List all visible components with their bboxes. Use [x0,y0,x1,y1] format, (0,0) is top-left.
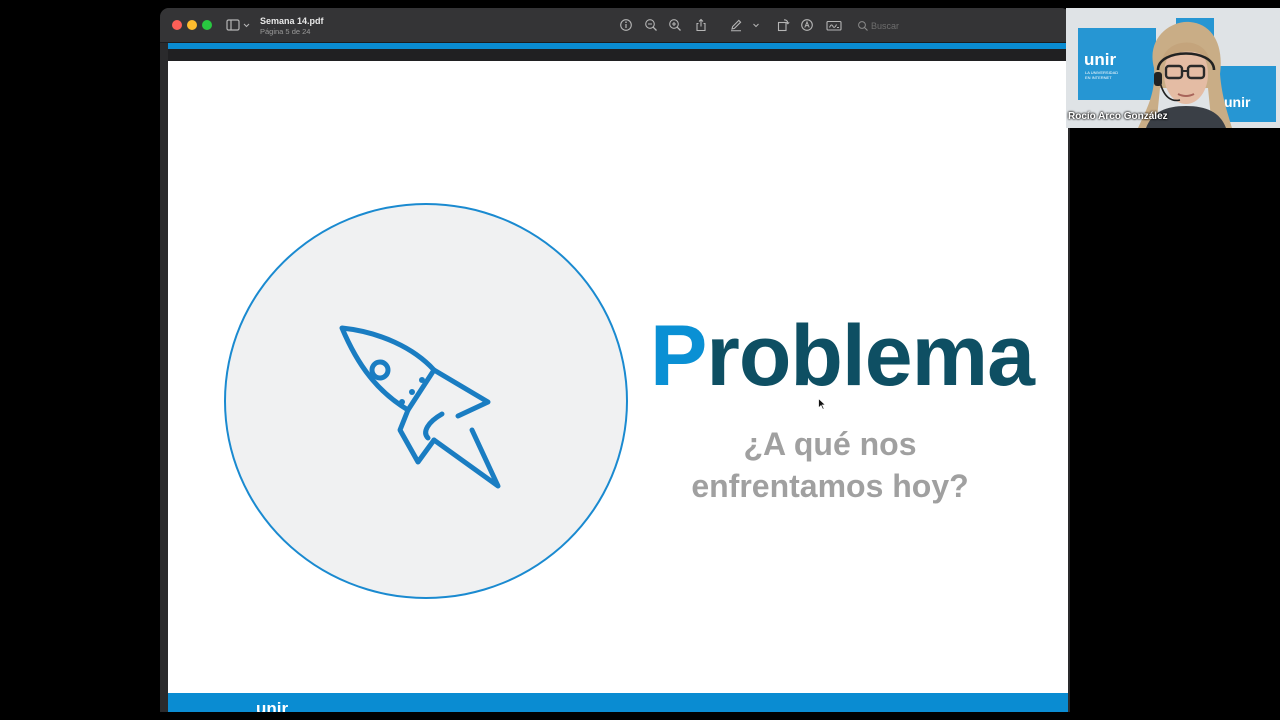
heading-initial: P [650,308,707,404]
webcam-tile[interactable]: unir LA UNIVERSIDAD EN INTERNET unir Roc… [1066,8,1280,128]
chevron-down-icon[interactable] [751,18,761,32]
participant-name: Rocío Arco González [1068,111,1168,122]
minimize-window-button[interactable] [187,20,197,30]
unir-tagline: LA UNIVERSIDAD EN INTERNET [1085,70,1118,80]
sidebar-icon [226,19,250,31]
heading-rest: roblema [706,308,1035,404]
search-input[interactable] [871,18,1041,33]
close-window-button[interactable] [172,20,182,30]
subtitle-line-2: enfrentamos hoy? [691,468,969,504]
search-field[interactable] [853,18,1043,33]
unir-tagline-line-2: EN INTERNET [1085,75,1112,80]
slide-footer-bar: unir [168,693,1068,712]
document-title: Semana 14.pdf [260,16,324,26]
page-gap [168,49,1066,61]
zoom-in-icon[interactable] [668,18,682,32]
illustration-circle [224,203,628,599]
sidebar-toggle-button[interactable] [226,18,252,32]
markup-circle-icon[interactable] [800,18,814,32]
title-bar: Semana 14.pdf Página 5 de 24 [160,8,1070,43]
slide-heading: Problema [650,307,1035,406]
signature-icon[interactable] [826,18,842,32]
markup-pen-icon[interactable] [729,18,743,32]
mouse-cursor [818,398,826,410]
rotate-icon[interactable] [776,18,790,32]
search-icon [857,19,869,31]
screen: Semana 14.pdf Página 5 de 24 Buscar Prob… [0,0,1280,720]
unir-logo-left: unir [1084,50,1117,69]
page-indicator: Página 5 de 24 [260,27,311,36]
subtitle-line-1: ¿A qué nos [743,426,917,462]
share-icon[interactable] [694,18,708,32]
footer-logo: unir [256,699,289,712]
info-icon[interactable] [619,18,633,32]
pdf-slide-page: Problema ¿A qué nos enfrentamos hoy? uni… [168,61,1068,712]
pdf-viewer-window: Semana 14.pdf Página 5 de 24 Buscar Prob… [160,8,1070,712]
slide-subtitle: ¿A qué nos enfrentamos hoy? [668,423,992,507]
rocket-icon [338,318,518,498]
zoom-out-icon[interactable] [644,18,658,32]
maximize-window-button[interactable] [202,20,212,30]
